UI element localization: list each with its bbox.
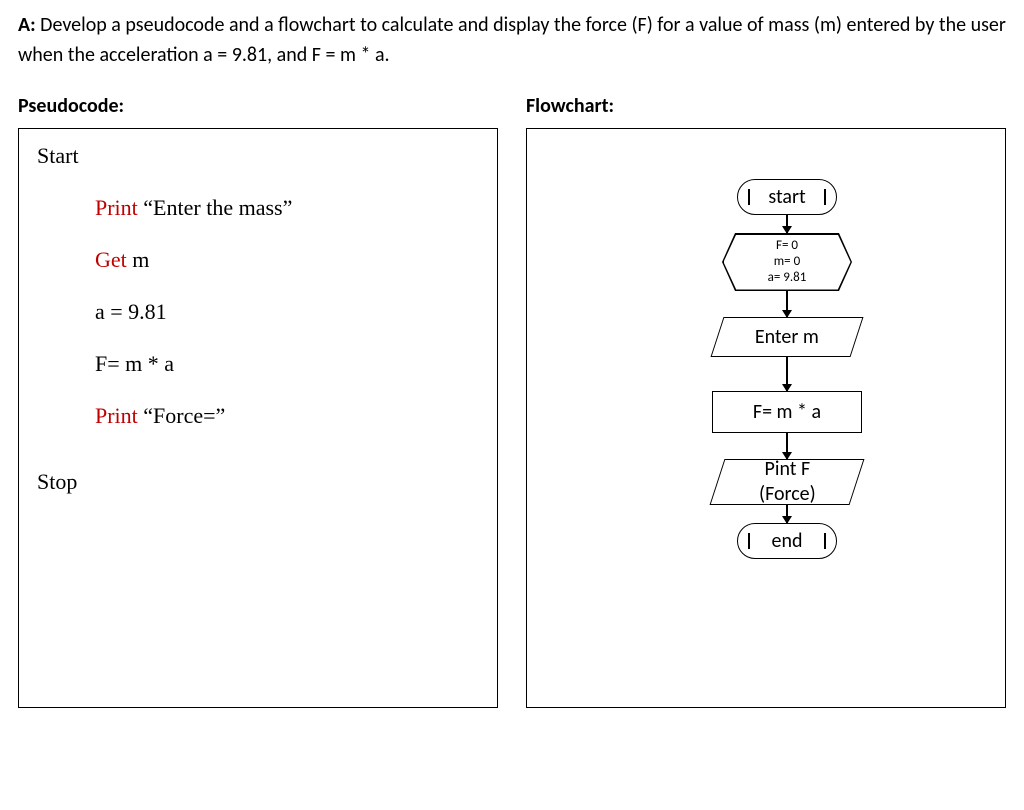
arrow-icon xyxy=(786,357,788,391)
pseudo-print-prompt: Print “Enter the mass” xyxy=(95,195,479,221)
flow-end-terminator: end xyxy=(737,523,837,559)
flow-start-label: start xyxy=(768,185,805,210)
flow-init-text: F= 0 m= 0 a= 9.81 xyxy=(724,235,851,290)
arrow-icon xyxy=(786,291,788,317)
question-body: Develop a pseudocode and a flowchart to … xyxy=(18,13,1006,67)
arrow-icon xyxy=(786,215,788,233)
pseudo-print-force: Print “Force=” xyxy=(95,403,479,429)
pseudocode-box: Start Print “Enter the mass” Get m a = 9… xyxy=(18,128,498,708)
pseudo-assign-a: a = 9.81 xyxy=(95,299,479,325)
keyword-print: Print xyxy=(95,195,138,220)
question-text: A: Develop a pseudocode and a flowchart … xyxy=(18,10,1006,70)
pseudocode-title: Pseudocode: xyxy=(18,94,498,118)
flow-output-parallelogram: Pint F (Force) xyxy=(710,459,865,505)
flow-start-terminator: start xyxy=(737,179,837,215)
keyword-print-2: Print xyxy=(95,403,138,428)
flow-init-preparation: F= 0 m= 0 a= 9.81 xyxy=(722,233,852,291)
flow-end-label: end xyxy=(772,529,803,554)
keyword-get: Get xyxy=(95,247,127,272)
flowchart-title: Flowchart: xyxy=(526,94,1006,118)
flowchart-column: Flowchart: start F= 0 m= 0 a= 9.81 Enter… xyxy=(526,94,1006,708)
question-label: A: xyxy=(18,13,36,37)
print-force-text: “Force=” xyxy=(138,403,226,428)
arrow-icon xyxy=(786,505,788,523)
flow-process-text: F= m * a xyxy=(753,400,821,425)
flowchart-box: start F= 0 m= 0 a= 9.81 Enter m F= m * a xyxy=(526,128,1006,708)
pseudocode-column: Pseudocode: Start Print “Enter the mass”… xyxy=(18,94,498,708)
arrow-icon xyxy=(786,433,788,459)
pseudo-stop: Stop xyxy=(37,469,479,495)
pseudo-start: Start xyxy=(37,143,479,169)
flow-output-text: Pint F (Force) xyxy=(759,457,816,507)
flow-process-rect: F= m * a xyxy=(712,391,862,433)
flow-input-text: Enter m xyxy=(755,325,819,350)
flow-input-parallelogram: Enter m xyxy=(711,317,864,357)
pseudo-assign-f: F= m * a xyxy=(95,351,479,377)
get-m-text: m xyxy=(127,247,150,272)
print-prompt-text: “Enter the mass” xyxy=(138,195,293,220)
pseudo-get-m: Get m xyxy=(95,247,479,273)
